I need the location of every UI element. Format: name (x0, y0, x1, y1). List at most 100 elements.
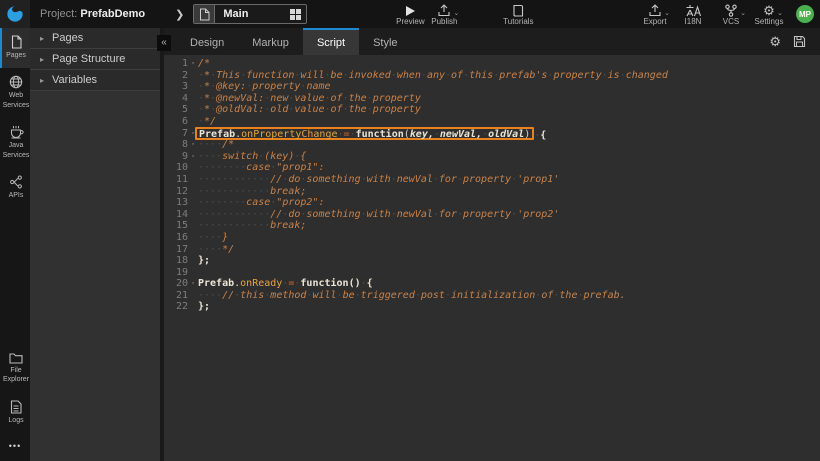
line-number: 20 (164, 278, 188, 290)
code-text: ····*/ (198, 244, 820, 256)
preview-play-icon (404, 3, 416, 17)
fold-gutter (188, 267, 198, 279)
line-number: 13 (164, 197, 188, 209)
code-line[interactable]: 5 ·*·@oldVal:·old·value·of·the·property (164, 104, 820, 116)
tutorials-button[interactable]: Tutorials (501, 0, 535, 28)
code-line[interactable]: 6·*/ (164, 116, 820, 128)
export-caret-icon: ⌄ (664, 9, 670, 17)
i18n-button[interactable]: I18N (676, 0, 710, 28)
code-line[interactable]: 22}; (164, 301, 820, 313)
topbar-right-group: ⌄ Export I18N ⌄ V (638, 0, 820, 28)
line-number: 21 (164, 290, 188, 302)
top-bar: Project: PrefabDemo ❯ Main Preview (0, 0, 820, 28)
code-line[interactable]: 8▾····/* (164, 139, 820, 151)
wavemaker-logo-icon (6, 5, 24, 23)
settings-button[interactable]: ⚙ ⌄ Settings (752, 0, 786, 28)
code-line[interactable]: 18}; (164, 255, 820, 267)
code-line[interactable]: 15············break; (164, 220, 820, 232)
sidebar-item-file-explorer[interactable]: File Explorer (0, 345, 30, 393)
fold-marker-icon[interactable]: ▾ (188, 139, 198, 151)
code-line[interactable]: 17····*/ (164, 244, 820, 256)
tab-markup[interactable]: Markup (238, 28, 303, 55)
fold-marker-icon[interactable]: ▾ (188, 278, 198, 290)
code-text: ·*·@key:·property·name (198, 81, 820, 93)
code-text: ·*·This·function·will·be·invoked·when·an… (198, 70, 820, 82)
user-avatar[interactable]: MP (796, 5, 814, 23)
project-name-value: PrefabDemo (80, 8, 145, 20)
fold-marker-icon[interactable]: ▾ (188, 58, 198, 70)
settings-caret-icon: ⌄ (777, 9, 783, 17)
code-line[interactable]: 13········case·"prop2": (164, 197, 820, 209)
page-selector-value: Main (215, 8, 284, 20)
sidebar-item-java-services[interactable]: Java Services (0, 118, 30, 168)
tab-style[interactable]: Style (359, 28, 411, 55)
code-line[interactable]: 12············break; (164, 186, 820, 198)
sidebar-item-apis[interactable]: APIs (0, 168, 30, 208)
fold-marker-icon[interactable]: ▾ (188, 151, 198, 163)
panel-collapse-button[interactable]: « (157, 35, 171, 51)
panel-section-page-structure[interactable]: ▸ Page Structure (30, 49, 160, 70)
code-text: ····//·this·method·will·be·triggered·pos… (198, 290, 820, 302)
page-file-icon (194, 5, 215, 23)
code-line[interactable]: 3·*·@key:·property·name (164, 81, 820, 93)
code-line[interactable]: 20▾Prefab.onReady·=·function()·{ (164, 278, 820, 290)
code-text: ·*·@oldVal:·old·value·of·the·property (198, 104, 820, 116)
logs-document-icon (10, 400, 22, 414)
publish-caret-icon: ⌄ (454, 9, 460, 17)
code-text: ·*/ (198, 116, 820, 128)
fold-gutter (188, 186, 198, 198)
code-line[interactable]: 19 (164, 267, 820, 279)
code-text: Prefab.onPropertyChange·=·function(key,·… (198, 128, 820, 140)
line-number: 8 (164, 139, 188, 151)
expander-icon: ▸ (40, 76, 44, 85)
fold-gutter (188, 93, 198, 105)
code-text: /* (198, 58, 820, 70)
code-text: Prefab.onReady·=·function()·{ (198, 278, 820, 290)
editor-area: Design Markup Script Style ⚙ 1▾/*2·*·Thi… (164, 28, 820, 461)
preview-button[interactable]: Preview (393, 0, 427, 28)
script-settings-gear-icon[interactable]: ⚙ (769, 36, 781, 48)
line-number: 7 (164, 128, 188, 140)
code-line[interactable]: 11············//·do·something·with·newVa… (164, 174, 820, 186)
save-icon[interactable] (793, 35, 806, 48)
fold-gutter (188, 174, 198, 186)
code-line[interactable]: 1▾/* (164, 58, 820, 70)
line-number: 22 (164, 301, 188, 313)
page-grid-icon[interactable] (284, 9, 306, 20)
sidebar-more-button[interactable]: ••• (0, 433, 30, 461)
code-line[interactable]: 7▾Prefab.onPropertyChange·=·function(key… (164, 128, 820, 140)
fold-gutter (188, 81, 198, 93)
sidebar-item-web-services[interactable]: Web Services (0, 68, 30, 118)
export-button[interactable]: ⌄ Export (638, 0, 672, 28)
code-line[interactable]: 4·*·@newVal:·new·value·of·the·property (164, 93, 820, 105)
code-text: ········case·"prop1": (198, 162, 820, 174)
tab-script[interactable]: Script (303, 28, 359, 55)
app-logo[interactable] (0, 0, 30, 28)
code-line[interactable]: 21 ····//·this·method·will·be·triggered·p… (164, 290, 820, 302)
sidebar-item-logs[interactable]: Logs (0, 393, 30, 433)
fold-gutter (188, 162, 198, 174)
code-line[interactable]: 10········case·"prop1": (164, 162, 820, 174)
line-number: 5 (164, 104, 188, 116)
fold-gutter (188, 220, 198, 232)
sidebar-spacer (0, 209, 30, 345)
panel-section-variables[interactable]: ▸ Variables (30, 70, 160, 91)
code-text: ····} (198, 232, 820, 244)
vcs-button[interactable]: ⌄ VCS (714, 0, 748, 28)
code-line[interactable]: 2·*·This·function·will·be·invoked·when·a… (164, 70, 820, 82)
page-selector[interactable]: Main (193, 4, 307, 24)
code-line[interactable]: 9▾····switch·(key)·{ (164, 151, 820, 163)
fold-gutter (188, 209, 198, 221)
java-services-coffee-icon (9, 125, 24, 139)
tab-design[interactable]: Design (176, 28, 238, 55)
panel-section-pages[interactable]: ▸ Pages (30, 28, 160, 49)
code-editor[interactable]: 1▾/*2·*·This·function·will·be·invoked·wh… (164, 55, 820, 461)
fold-gutter (188, 232, 198, 244)
code-line[interactable]: 14············//·do·something·with·newVa… (164, 209, 820, 221)
code-line[interactable]: 16····} (164, 232, 820, 244)
code-text: ····switch·(key)·{ (198, 151, 820, 163)
pages-panel: ▸ Pages ▸ Page Structure ▸ Variables « (30, 28, 164, 461)
sidebar-item-pages[interactable]: Pages (0, 28, 30, 68)
line-number: 14 (164, 209, 188, 221)
publish-button[interactable]: ⌄ Publish (427, 0, 461, 28)
